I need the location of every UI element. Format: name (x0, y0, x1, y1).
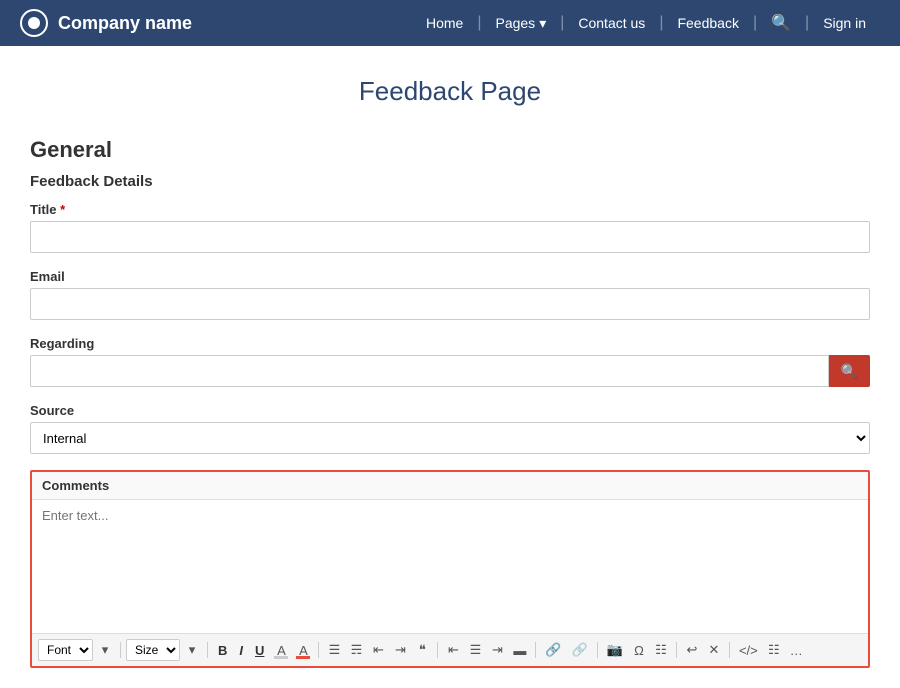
comments-textarea[interactable] (32, 500, 868, 630)
grid-icon[interactable]: ☷ (764, 640, 784, 660)
search-icon: 🔍 (771, 13, 791, 33)
title-field-group: Title * (30, 202, 870, 253)
email-field-group: Email (30, 269, 870, 320)
page-content: Feedback Page General Feedback Details T… (0, 46, 900, 688)
size-dropdown-icon[interactable]: ▾ (182, 640, 202, 660)
toolbar-size-select[interactable]: Size (126, 639, 180, 661)
redo-icon[interactable]: ✕ (704, 640, 724, 660)
brand[interactable]: Company name (20, 9, 192, 37)
toolbar-divider-8 (729, 642, 730, 658)
align-left-icon[interactable]: ⇤ (443, 640, 463, 660)
unlink-icon[interactable]: 🔗 (568, 640, 592, 660)
comments-editor: Comments Font ▾ Size ▾ B I U A (30, 470, 870, 668)
toolbar-divider-1 (120, 642, 121, 658)
regarding-field-group: Regarding 🔍 (30, 336, 870, 387)
editor-toolbar: Font ▾ Size ▾ B I U A A (32, 633, 868, 666)
search-btn-icon: 🔍 (841, 363, 858, 379)
table-icon[interactable]: ☷ (651, 640, 671, 660)
title-label: Title * (30, 202, 870, 217)
nav-item-home[interactable]: Home (412, 15, 477, 31)
toolbar-divider-7 (676, 642, 677, 658)
regarding-input[interactable] (30, 355, 829, 387)
brand-icon (20, 9, 48, 37)
nav-item-signin[interactable]: Sign in (809, 15, 880, 31)
brand-name: Company name (58, 13, 192, 34)
text-color-icon[interactable]: A (293, 641, 313, 660)
title-input[interactable] (30, 221, 870, 253)
italic-button[interactable]: I (234, 641, 248, 660)
justify-icon[interactable]: ▬ (509, 641, 530, 660)
nav-item-feedback[interactable]: Feedback (663, 15, 752, 31)
nav-item-search[interactable]: 🔍 (757, 13, 805, 33)
toolbar-divider-3 (318, 642, 319, 658)
ordered-list-icon[interactable]: ☴ (346, 640, 366, 660)
image-icon[interactable]: 📷 (603, 640, 627, 660)
align-center-icon[interactable]: ☰ (465, 640, 485, 660)
source-code-icon[interactable]: </> (735, 641, 762, 660)
link-icon[interactable]: 🔗 (541, 640, 565, 660)
source-field-group: Source Internal External Other (30, 403, 870, 454)
underline-button[interactable]: U (250, 641, 269, 660)
bold-button[interactable]: B (213, 641, 232, 660)
source-label: Source (30, 403, 870, 418)
regarding-search-button[interactable]: 🔍 (829, 355, 870, 387)
toolbar-divider-6 (597, 642, 598, 658)
unordered-list-icon[interactable]: ☰ (324, 640, 344, 660)
form-group-title: Feedback Details (30, 173, 870, 190)
font-dropdown-icon[interactable]: ▾ (95, 640, 115, 660)
page-title: Feedback Page (30, 66, 870, 107)
dropdown-arrow-icon: ▾ (539, 15, 546, 32)
section-title: General (30, 137, 870, 163)
increase-indent-icon[interactable]: ⇥ (390, 640, 410, 660)
toolbar-divider-4 (437, 642, 438, 658)
align-right-icon[interactable]: ⇥ (487, 640, 507, 660)
highlight-color-icon[interactable]: A (271, 641, 291, 660)
navbar: Company name Home | Pages ▾ | Contact us… (0, 0, 900, 46)
comments-label: Comments (32, 472, 868, 500)
regarding-label: Regarding (30, 336, 870, 351)
more-icon[interactable]: … (786, 641, 807, 660)
source-select[interactable]: Internal External Other (30, 422, 870, 454)
brand-icon-inner (28, 17, 40, 29)
special-char-icon[interactable]: Ω (629, 641, 649, 660)
nav-item-contact[interactable]: Contact us (564, 15, 659, 31)
nav-menu: Home | Pages ▾ | Contact us | Feedback |… (412, 13, 880, 33)
email-label: Email (30, 269, 870, 284)
decrease-indent-icon[interactable]: ⇤ (368, 640, 388, 660)
email-input[interactable] (30, 288, 870, 320)
regarding-input-wrapper: 🔍 (30, 355, 870, 387)
title-required: * (60, 202, 65, 217)
nav-item-pages[interactable]: Pages ▾ (481, 15, 560, 32)
blockquote-icon[interactable]: ❝ (412, 640, 432, 660)
undo-icon[interactable]: ↩ (682, 640, 702, 660)
toolbar-divider-2 (207, 642, 208, 658)
toolbar-font-select[interactable]: Font (38, 639, 93, 661)
toolbar-divider-5 (535, 642, 536, 658)
